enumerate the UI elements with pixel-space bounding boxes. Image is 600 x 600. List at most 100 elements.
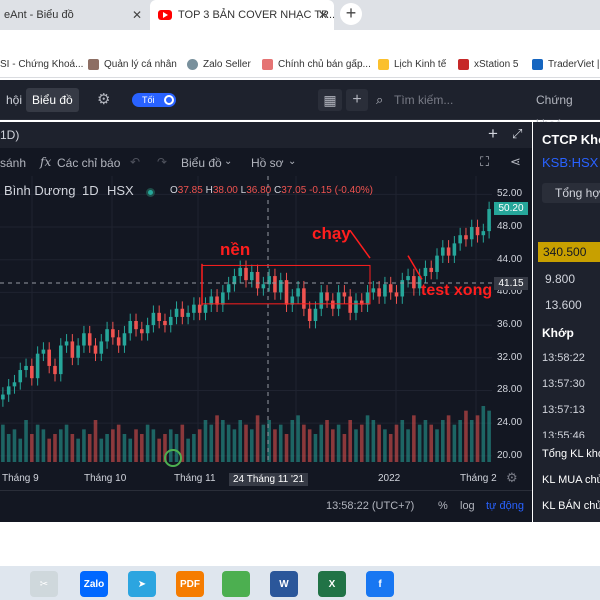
volume-bar — [400, 420, 405, 462]
volume-bar — [249, 429, 254, 462]
profile-button[interactable]: Hồ sơ — [251, 156, 284, 170]
volume-bar — [284, 434, 289, 462]
volume-bar — [128, 438, 133, 462]
community-tab[interactable]: hội — [0, 88, 28, 112]
bookmark-item[interactable]: Chính chủ bán gấp... — [262, 59, 371, 70]
indicators-button[interactable]: Các chỉ báo — [57, 156, 120, 170]
tab-youtube[interactable]: TOP 3 BẢN COVER NHẠC TR... ✕ — [150, 0, 334, 30]
candle-body — [249, 271, 254, 281]
log-toggle[interactable]: log — [460, 500, 475, 512]
new-tab-button[interactable]: + — [340, 3, 362, 25]
symbol-exchange: HSX — [107, 183, 134, 198]
volume-bar — [464, 410, 468, 462]
foxit-icon[interactable]: PDF — [176, 571, 204, 597]
share-icon[interactable]: ⋖ — [510, 154, 521, 170]
volume-bar — [354, 429, 358, 462]
candle-body — [128, 321, 133, 334]
candle-body — [331, 300, 335, 309]
chart-tab[interactable]: Biểu đồ — [26, 88, 79, 112]
percent-toggle[interactable]: % — [438, 500, 448, 512]
expand-icon[interactable]: ⤢ — [512, 126, 522, 142]
volume-bar — [429, 424, 434, 462]
price-chart[interactable] — [0, 176, 532, 490]
bookmark-item[interactable]: TraderViet | Cộ — [532, 59, 600, 70]
close-value: 37.05 — [281, 185, 307, 196]
close-tab-icon[interactable]: ✕ — [132, 8, 142, 22]
tab-biểu-đồ[interactable]: eAnt - Biểu đồ ✕ — [0, 0, 148, 30]
compare-button[interactable]: sánh — [0, 156, 26, 170]
volume-bar — [226, 424, 231, 462]
price-tick-label: 24.00 — [497, 417, 523, 429]
plus-icon[interactable]: + — [488, 124, 498, 144]
volume-bar — [394, 424, 399, 462]
volume-bar — [168, 429, 173, 462]
candle-body — [105, 329, 109, 342]
volume-bar — [475, 415, 480, 462]
close-tab-icon[interactable]: ✕ — [318, 8, 328, 22]
search-input[interactable]: ⌕ Tìm kiếm... Chứng khoá — [372, 88, 600, 131]
candle-body — [58, 345, 63, 375]
undo-icon[interactable]: ↶ — [130, 155, 140, 169]
bookmark-item[interactable]: Zalo Seller — [187, 59, 251, 70]
auto-scale-toggle[interactable]: tự động — [486, 500, 524, 512]
facebook-icon[interactable]: f — [366, 571, 394, 597]
redo-icon[interactable]: ↷ — [157, 155, 167, 169]
volume-bar — [359, 424, 364, 462]
bookmark-item[interactable]: xStation 5 — [458, 59, 518, 70]
snip-icon[interactable]: ✂ — [30, 571, 58, 597]
chrome-icon[interactable] — [222, 571, 250, 597]
candle-body — [111, 329, 115, 338]
time-label: Tháng 11 — [174, 473, 216, 484]
total-volume-label: Tổng KL khớp — [542, 448, 600, 460]
bookmark-item[interactable]: Quản lý cá nhân — [88, 59, 177, 70]
candle-body — [446, 247, 451, 256]
volume-bar — [296, 415, 300, 462]
volume-bar — [12, 429, 17, 462]
chevron-down-icon: ⌄ — [288, 156, 297, 167]
candle-body — [82, 333, 86, 346]
candle-body — [238, 267, 243, 277]
add-panel-icon[interactable]: + — [346, 89, 368, 111]
layout-grid-icon[interactable]: ▦ — [318, 89, 342, 111]
candle-body — [273, 276, 277, 293]
volume-bar — [41, 429, 46, 462]
bookmark-item[interactable]: SI - Chứng Khoá... — [0, 59, 83, 70]
bookmark-label: xStation 5 — [474, 59, 519, 70]
settings-gear-icon[interactable]: ⚙ — [97, 92, 113, 108]
summary-button[interactable]: Tổng hợp — [542, 183, 600, 203]
bookmark-label: TraderViet | Cộ — [548, 59, 600, 70]
candle-body — [186, 312, 190, 317]
volume-bar — [1, 424, 5, 462]
search-placeholder: Tìm kiếm... — [394, 93, 454, 107]
company-title: CTCP Kho — [542, 132, 600, 147]
volume-bar — [76, 438, 80, 462]
candle-body — [221, 292, 225, 305]
candle-body — [192, 304, 196, 313]
price-tick-label: 20.00 — [497, 449, 523, 461]
annotation-retest: test xong — [421, 282, 493, 299]
fullscreen-icon[interactable]: ⛶ — [480, 154, 489, 170]
axis-settings-icon[interactable]: ⚙ — [506, 470, 518, 486]
chart-panel-header: 1D) + ⤢ — [0, 122, 532, 148]
price-tick-label: 28.00 — [497, 384, 523, 396]
excel-icon[interactable]: X — [318, 571, 346, 597]
watchlist-panel: CTCP Kho KSB:HSX Tổng hợp 340.500 9.800 … — [533, 122, 600, 522]
bookmark-item[interactable]: Lịch Kinh tế — [378, 59, 446, 70]
calendar-icon — [378, 59, 389, 70]
dark-mode-toggle[interactable]: Tối — [132, 93, 176, 107]
volume-bar — [319, 424, 324, 462]
annotation-line — [407, 255, 423, 280]
traderviet-icon — [532, 59, 543, 70]
ticker-link[interactable]: KSB:HSX — [533, 155, 600, 170]
toggle-label: Tối — [142, 95, 155, 105]
telegram-icon[interactable]: ➤ — [128, 571, 156, 597]
candle-body — [226, 284, 231, 293]
address-bar-area — [0, 30, 600, 53]
candle-body — [157, 312, 161, 321]
chart-type-button[interactable]: Biểu đồ — [181, 156, 222, 170]
zalo-icon[interactable]: Zalo — [80, 571, 108, 597]
volume-bar — [111, 429, 115, 462]
volume-bar — [122, 434, 127, 462]
match-time: 13:57:13 — [542, 404, 585, 416]
word-icon[interactable]: W — [270, 571, 298, 597]
